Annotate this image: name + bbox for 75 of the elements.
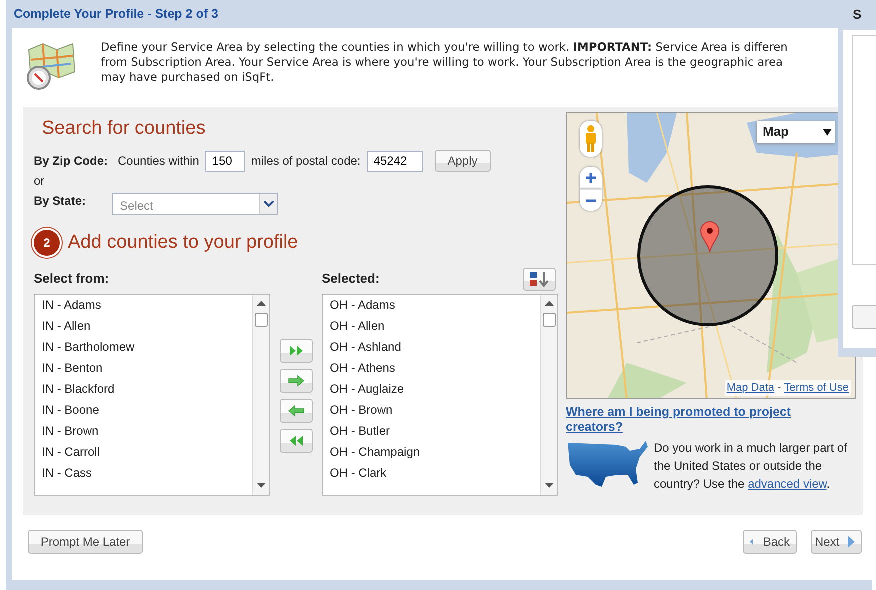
- sort-button[interactable]: [523, 268, 556, 290]
- arrow-right-icon: [288, 374, 305, 388]
- map-pin-icon: [700, 221, 720, 253]
- or-label: or: [34, 173, 45, 190]
- back-button[interactable]: Back: [743, 530, 797, 554]
- scrollbar[interactable]: [540, 295, 557, 495]
- county-list[interactable]: IN - Adams IN - Allen IN - Bartholomew IN - Benton IN - Blackford IN - Boone IN - Brown IN - Carroll IN - Cass: [34, 294, 270, 496]
- section-heading: Search for counties: [42, 118, 207, 140]
- list-item[interactable]: IN - Adams: [42, 295, 252, 316]
- field-label: By State:: [34, 193, 86, 210]
- list-label: Selected:: [322, 270, 381, 288]
- county-list[interactable]: OH - Adams OH - Allen OH - Ashland OH - Athens OH - Auglaize OH - Brown OH - Butler OH - Champaign OH - Clark: [322, 294, 558, 496]
- double-arrow-right-icon: [288, 344, 305, 358]
- window-title: Complete Your Profile - Step 2 of 3: [14, 7, 218, 21]
- list-item[interactable]: IN - Cass: [42, 463, 252, 484]
- list-item[interactable]: OH - Adams: [330, 295, 540, 316]
- list-item[interactable]: OH - Allen: [330, 316, 540, 337]
- person-icon[interactable]: [580, 121, 602, 157]
- map-data-link[interactable]: Map Data: [726, 380, 775, 396]
- list-label: Select from:: [34, 270, 110, 288]
- double-arrow-left-icon: [288, 434, 305, 448]
- window-title: S: [852, 6, 863, 24]
- advanced-view-link[interactable]: advanced view: [748, 477, 827, 491]
- field-label: miles of postal code:: [251, 153, 361, 170]
- remove-button[interactable]: [280, 399, 313, 423]
- list-item[interactable]: OH - Clark: [330, 463, 540, 484]
- sort-descending-icon: [528, 270, 550, 288]
- list-item[interactable]: OH - Auglaize: [330, 379, 540, 400]
- list-item[interactable]: IN - Brown: [42, 421, 252, 442]
- prompt-later-button[interactable]: Prompt Me Later: [28, 530, 143, 554]
- list-item[interactable]: OH - Champaign: [330, 442, 540, 463]
- scroll-thumb[interactable]: [542, 313, 556, 327]
- scroll-down-icon[interactable]: [256, 483, 266, 489]
- add-all-button[interactable]: [280, 339, 313, 363]
- button[interactable]: [852, 305, 876, 329]
- terms-link[interactable]: Terms of Use: [784, 380, 849, 396]
- list-item[interactable]: IN - Boone: [42, 400, 252, 421]
- list-item[interactable]: IN - Carroll: [42, 442, 252, 463]
- list-item[interactable]: IN - Blackford: [42, 379, 252, 400]
- zoom-in-button[interactable]: [580, 167, 602, 189]
- chevron-down-icon: [264, 201, 274, 207]
- list-item[interactable]: OH - Athens: [330, 358, 540, 379]
- map-type-dropdown[interactable]: Map: [757, 121, 835, 143]
- scroll-thumb[interactable]: [254, 313, 268, 327]
- arrow-left-icon: [288, 404, 305, 418]
- apply-button[interactable]: Apply: [434, 150, 491, 172]
- promo-text: Do you work in a much larger part of the United States or outside the country? Use the advanced view.: [654, 440, 848, 493]
- section-heading: Add counties to your profile: [68, 232, 298, 254]
- scroll-up-icon[interactable]: [256, 301, 266, 307]
- radius-field[interactable]: 150: [205, 150, 246, 172]
- list-item[interactable]: OH - Butler: [330, 421, 540, 442]
- list-item[interactable]: IN - Bartholomew: [42, 337, 252, 358]
- intro-text: Define your Service Area by selecting the counties in which you're willing to work. IMPORTANT: Service Area is differen from Subscription Area. Your Service Area is where you're willing to work. Your Subscription Area is the geographic area may have purchased on iSqFt.: [101, 40, 788, 86]
- add-button[interactable]: [280, 369, 313, 393]
- list-item[interactable]: IN - Benton: [42, 358, 252, 379]
- remove-all-button[interactable]: [280, 429, 313, 453]
- list-item[interactable]: OH - Ashland: [330, 337, 540, 358]
- minus-icon: [585, 198, 597, 202]
- field-label: By Zip Code:: [34, 153, 108, 170]
- caret-icon: [823, 128, 832, 136]
- scrollbar[interactable]: [252, 295, 269, 495]
- triangle-right-icon: [848, 536, 855, 548]
- list-item[interactable]: OH - Brown: [330, 400, 540, 421]
- scroll-up-icon[interactable]: [544, 301, 554, 307]
- step-number-badge: 2: [34, 230, 60, 256]
- separator: -: [778, 380, 782, 396]
- plus-icon: [585, 172, 597, 184]
- next-button[interactable]: Next: [811, 530, 862, 554]
- state-dropdown[interactable]: Select: [112, 193, 278, 215]
- scroll-down-icon[interactable]: [544, 483, 554, 489]
- promotion-link[interactable]: Where am I being promoted to project creators?: [566, 405, 826, 435]
- postal-code-field[interactable]: 45242: [366, 150, 423, 172]
- zoom-out-button[interactable]: [580, 189, 602, 211]
- field-label: Counties within: [118, 153, 200, 170]
- list-item[interactable]: IN - Allen: [42, 316, 252, 337]
